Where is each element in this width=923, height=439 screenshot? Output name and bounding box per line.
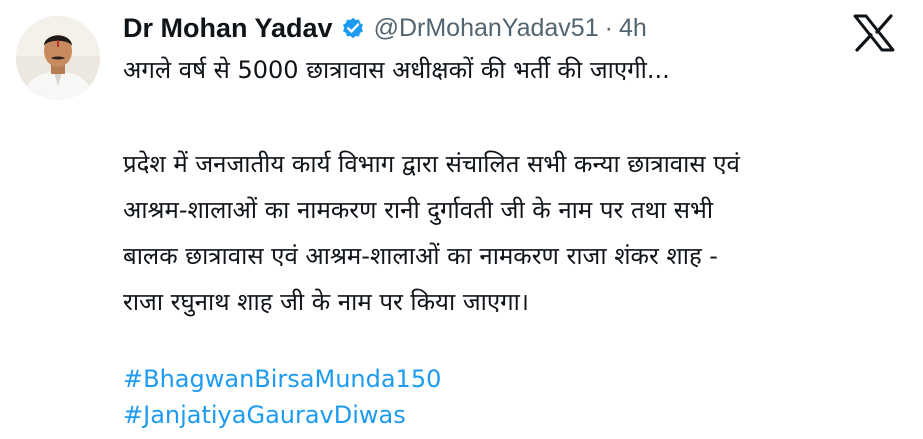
avatar[interactable] xyxy=(16,16,100,100)
x-logo-icon[interactable] xyxy=(853,14,895,52)
tweet-body-line: आश्रम-शालाओं का नामकरण रानी दुर्गावती जी… xyxy=(123,196,714,224)
author-handle[interactable]: @DrMohanYadav51 xyxy=(374,14,599,43)
meta-separator: · xyxy=(604,13,613,42)
tweet-body-line: प्रदेश में जनजातीय कार्य विभाग द्वारा सं… xyxy=(123,150,740,178)
tweet-body: प्रदेश में जनजातीय कार्य विभाग द्वारा सं… xyxy=(123,141,903,325)
tweet-card: Dr Mohan Yadav @DrMohanYadav51 · 4h अगले… xyxy=(0,0,923,439)
tweet-body-line: बालक छात्रावास एवं आश्रम-शालाओं का नामकर… xyxy=(123,242,718,270)
tweet-body-line: राजा रघुनाथ शाह जी के नाम पर किया जाएगा। xyxy=(123,288,529,316)
profile-photo xyxy=(16,16,100,100)
tweet-headline: अगले वर्ष से 5000 छात्रावास अधीक्षकों की… xyxy=(123,56,670,84)
verified-badge-icon xyxy=(342,17,363,39)
hashtag-list: #BhagwanBirsaMunda150 #JanjatiyaGauravDi… xyxy=(123,361,441,433)
hashtag-link-bhagwan-birsa-munda[interactable]: #BhagwanBirsaMunda150 xyxy=(123,361,441,397)
author-display-name[interactable]: Dr Mohan Yadav xyxy=(123,13,333,44)
tweet-header: Dr Mohan Yadav @DrMohanYadav51 · 4h xyxy=(123,8,647,48)
hashtag-link-janjatiya-gaurav-diwas[interactable]: #JanjatiyaGauravDiwas xyxy=(123,397,441,433)
tweet-timestamp[interactable]: 4h xyxy=(619,14,647,43)
